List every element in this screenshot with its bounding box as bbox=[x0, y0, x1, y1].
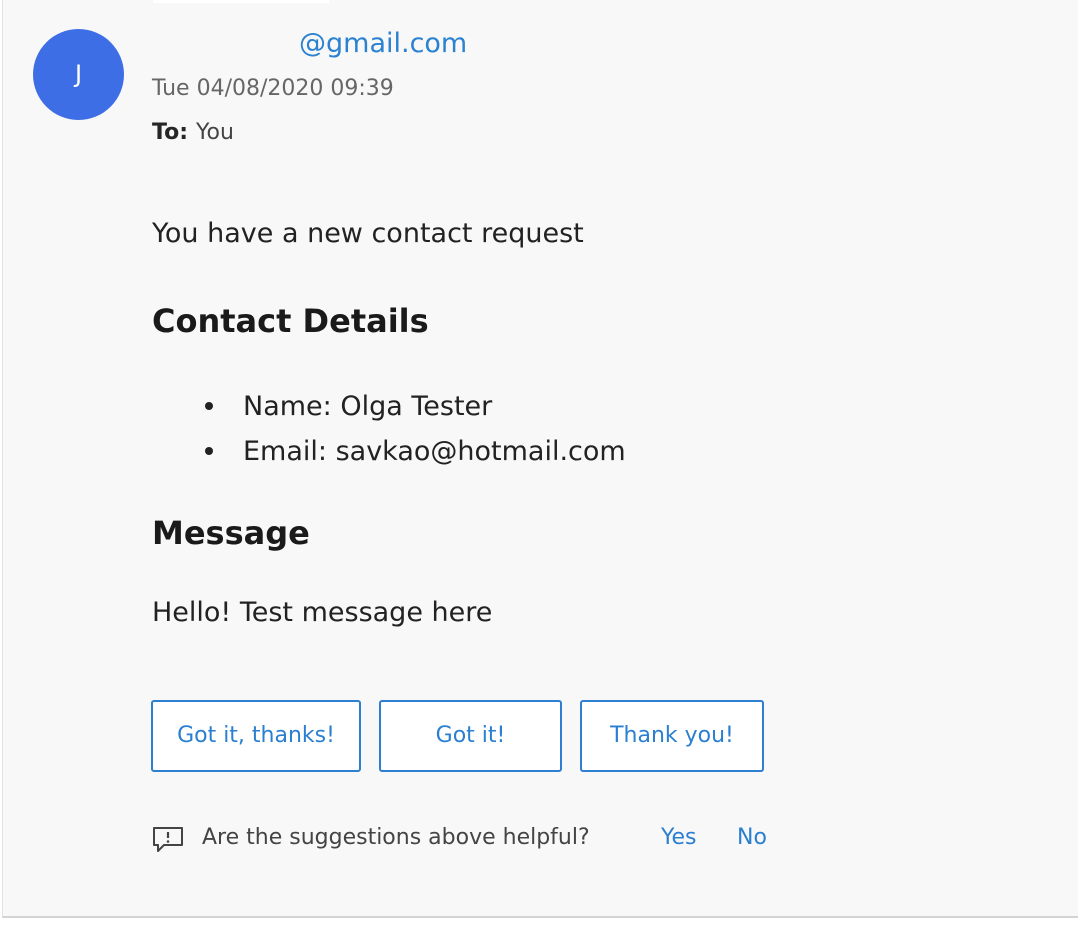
feedback-no-link[interactable]: No bbox=[737, 825, 767, 850]
recipient-row: To: You bbox=[152, 120, 234, 145]
sender-email[interactable]: @gmail.com bbox=[299, 28, 467, 59]
feedback-question: Are the suggestions above helpful? bbox=[202, 825, 590, 850]
feedback-yes-link[interactable]: Yes bbox=[661, 825, 697, 850]
contact-name: Name: Olga Tester bbox=[243, 391, 493, 422]
bullet bbox=[205, 402, 213, 410]
sender-avatar[interactable]: J bbox=[33, 29, 124, 120]
message-intro: You have a new contact request bbox=[152, 218, 584, 249]
suggested-reply-button[interactable]: Thank you! bbox=[580, 700, 764, 772]
suggested-reply-button[interactable]: Got it, thanks! bbox=[151, 700, 361, 772]
list-item: Name: Olga Tester bbox=[203, 384, 626, 429]
to-label: To: bbox=[152, 120, 188, 145]
bullet bbox=[205, 447, 213, 455]
contact-details-heading: Contact Details bbox=[152, 302, 429, 340]
reading-pane: J @gmail.com Tue 04/08/2020 09:39 To: You… bbox=[2, 0, 1078, 918]
sent-date: Tue 04/08/2020 09:39 bbox=[152, 76, 394, 101]
to-value[interactable]: You bbox=[196, 120, 234, 145]
feedback-icon bbox=[152, 824, 184, 856]
message-body: Hello! Test message here bbox=[152, 597, 493, 628]
suggested-reply-button[interactable]: Got it! bbox=[379, 700, 562, 772]
contact-details-list: Name: Olga Tester Email: savkao@hotmail.… bbox=[203, 384, 626, 474]
top-edge bbox=[153, 0, 329, 3]
list-item: Email: savkao@hotmail.com bbox=[203, 429, 626, 474]
message-heading: Message bbox=[152, 514, 310, 552]
contact-email: Email: savkao@hotmail.com bbox=[243, 436, 626, 467]
